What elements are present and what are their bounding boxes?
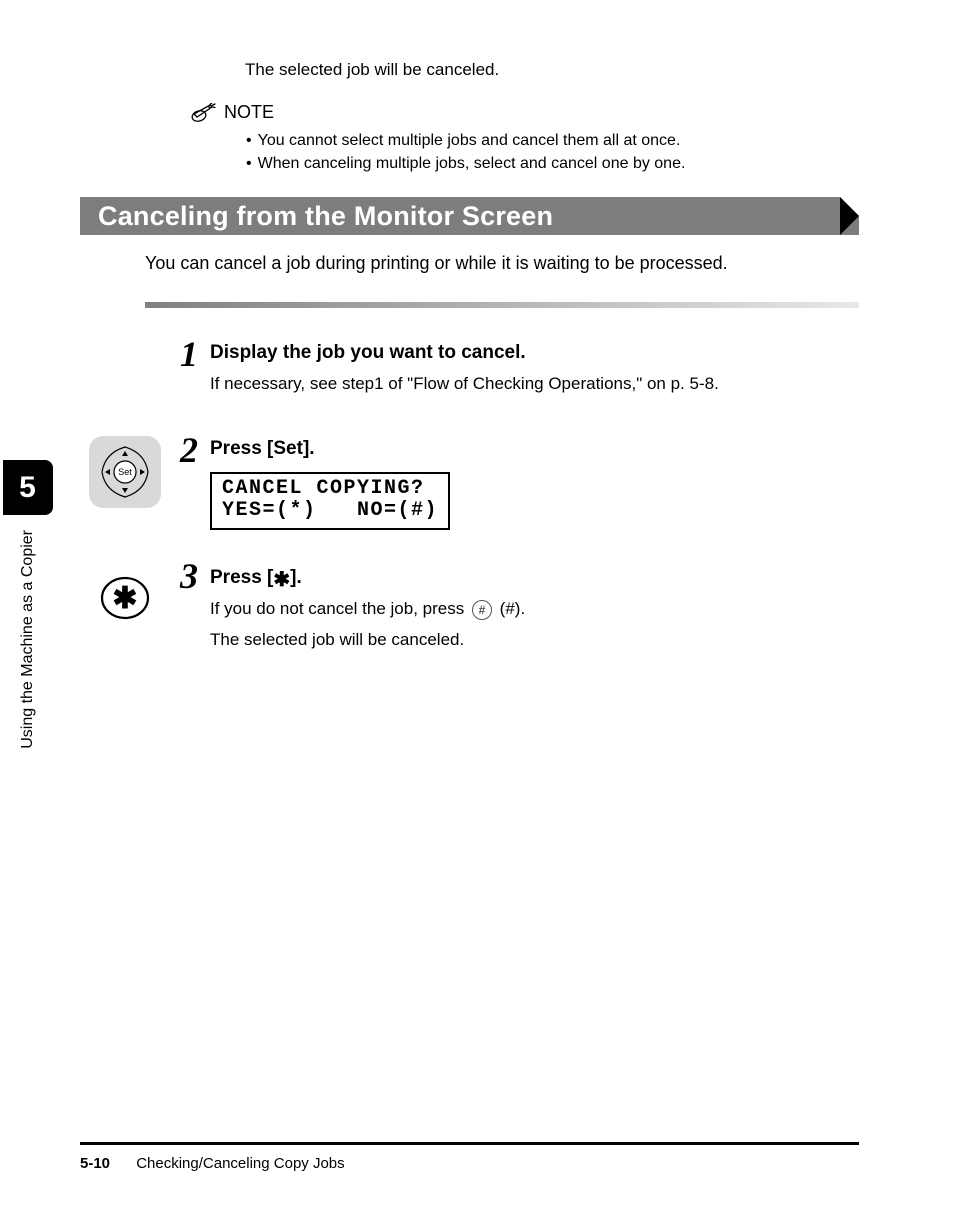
note-item: You cannot select multiple jobs and canc…	[246, 129, 859, 152]
set-key-icon: Set	[89, 436, 161, 508]
step-2: Set 2 Press [Set]. CANCEL COPYING? YES=(…	[80, 432, 859, 530]
footer-title: Checking/Canceling Copy Jobs	[136, 1155, 344, 1172]
note-heading: NOTE	[190, 102, 859, 123]
lcd-display: CANCEL COPYING? YES=(*) NO=(#)	[210, 472, 450, 530]
step-number: 2	[170, 432, 210, 468]
step-3-body-1: If you do not cancel the job, press # (#…	[210, 599, 859, 620]
gradient-divider	[145, 302, 859, 308]
note-block: NOTE You cannot select multiple jobs and…	[190, 102, 859, 175]
star-key-icon: ✱	[89, 562, 161, 634]
previous-step-result-text: The selected job will be canceled.	[245, 60, 859, 80]
section-heading-bar: Canceling from the Monitor Screen	[80, 197, 859, 235]
svg-text:Set: Set	[118, 467, 132, 477]
svg-text:✱: ✱	[112, 582, 137, 615]
lcd-line-1: CANCEL COPYING?	[222, 477, 425, 500]
step-3: ✱ 3 Press [✱]. If you do not cancel the …	[80, 558, 859, 660]
step-3-body-2: The selected job will be canceled.	[210, 630, 859, 650]
step-number: 3	[170, 558, 210, 594]
step-number: 1	[170, 336, 210, 372]
note-pencil-icon	[190, 103, 216, 123]
page-footer: 5-10 Checking/Canceling Copy Jobs	[80, 1142, 859, 1172]
section-title: Canceling from the Monitor Screen	[98, 201, 553, 232]
step-1-body: If necessary, see step1 of "Flow of Chec…	[210, 374, 859, 394]
section-intro-text: You can cancel a job during printing or …	[145, 253, 859, 274]
step-2-heading: Press [Set].	[210, 438, 859, 460]
note-item: When canceling multiple jobs, select and…	[246, 152, 859, 175]
hash-key-icon: #	[472, 600, 492, 620]
note-label: NOTE	[224, 102, 274, 123]
page-number: 5-10	[80, 1155, 110, 1172]
lcd-line-2: YES=(*) NO=(#)	[222, 499, 438, 522]
star-icon-inline: ✱	[273, 569, 290, 591]
step-1-heading: Display the job you want to cancel.	[210, 342, 859, 364]
step-1: 1 Display the job you want to cancel. If…	[80, 336, 859, 404]
note-list: You cannot select multiple jobs and canc…	[246, 129, 859, 175]
step-3-heading: Press [✱].	[210, 564, 859, 589]
